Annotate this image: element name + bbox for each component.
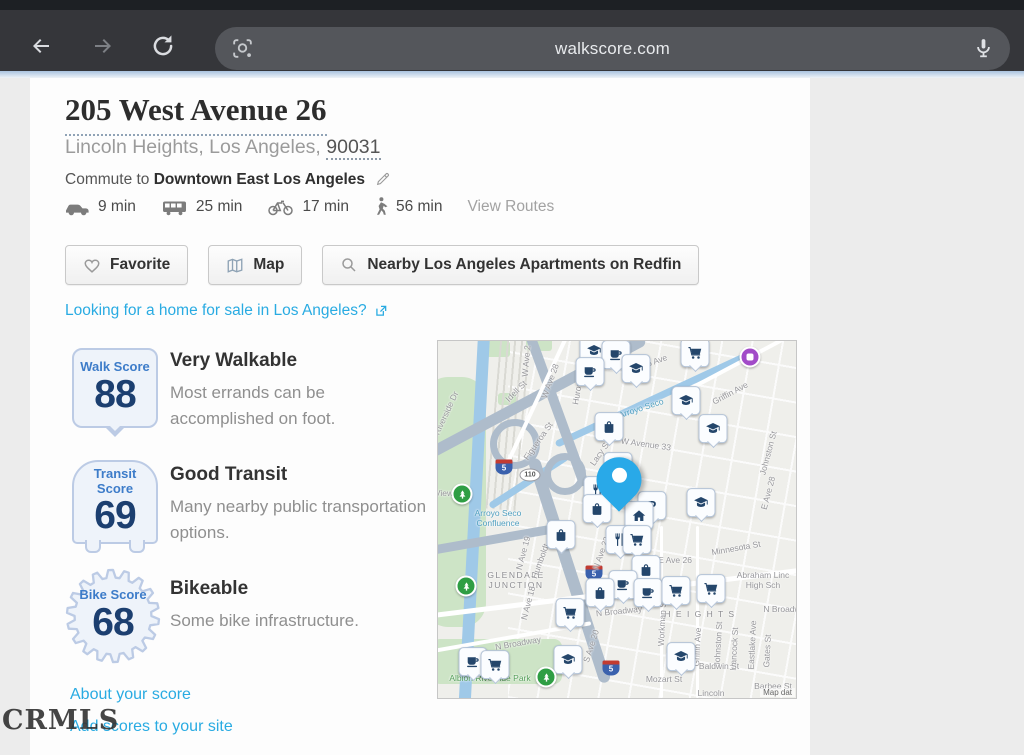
reload-button[interactable] xyxy=(148,31,178,61)
school-marker[interactable] xyxy=(554,645,583,674)
cart-marker[interactable] xyxy=(681,340,710,367)
transit-score-badge: Transit Score 69 xyxy=(72,460,158,544)
webpage: 205 West Avenue 26 Lincoln Heights, Los … xyxy=(0,78,1024,755)
map-street-label: N Broadw xyxy=(763,604,797,614)
map-canvas[interactable]: 511055 W Ave 2Idell StW Ave 28Huron StSe… xyxy=(437,340,797,699)
transit-time: 25 min xyxy=(161,198,243,216)
drive-time: 9 min xyxy=(63,198,136,216)
coffee-marker[interactable] xyxy=(576,357,605,386)
school-marker[interactable] xyxy=(672,386,701,415)
transit-score-description: Many nearby public transportation option… xyxy=(170,494,428,547)
commute-line: Commute to Downtown East Los Angeles xyxy=(65,171,391,192)
map-street-label: Lincoln xyxy=(698,688,725,698)
transit-score-text: Good Transit Many nearby public transpor… xyxy=(170,464,428,547)
map-street-label: Baldwin St xyxy=(699,661,739,671)
page-title: 205 West Avenue 26 xyxy=(65,92,327,136)
bike-score-badge: Bike Score 68 xyxy=(72,568,161,664)
commute-destination: Downtown East Los Angeles xyxy=(154,171,365,188)
screen: walkscore.com 205 West Avenue 26 Lincoln… xyxy=(0,0,1024,755)
edit-commute-icon[interactable] xyxy=(375,174,391,191)
map-icon xyxy=(226,257,244,274)
walk-score-badge: Walk Score 88 xyxy=(72,348,158,428)
transit-station-marker[interactable] xyxy=(740,347,761,368)
bike-icon xyxy=(267,198,294,216)
park-icon[interactable] xyxy=(536,667,557,688)
home-for-sale-link[interactable]: Looking for a home for sale in Los Angel… xyxy=(65,302,388,320)
school-marker[interactable] xyxy=(687,488,716,517)
map-street-label: Mozart St xyxy=(646,674,682,684)
map-button[interactable]: Map xyxy=(208,245,302,285)
neighborhood-city: Lincoln Heights, Los Angeles, xyxy=(65,136,321,158)
external-link-icon xyxy=(374,304,388,318)
interstate-shield: 5 xyxy=(496,460,513,475)
bike-score-title: Bikeable xyxy=(170,578,428,600)
map-street-label: E Ave 26 xyxy=(658,555,692,565)
walk-score-title: Very Walkable xyxy=(170,350,428,372)
forward-button[interactable] xyxy=(88,31,118,61)
bag-marker[interactable] xyxy=(547,520,576,549)
school-marker[interactable] xyxy=(699,414,728,443)
microphone-icon[interactable] xyxy=(971,36,996,66)
car-icon xyxy=(63,199,90,216)
park-icon[interactable] xyxy=(456,576,477,597)
cart-marker[interactable] xyxy=(662,576,691,605)
chrome-separator xyxy=(0,71,1024,78)
cart-marker[interactable] xyxy=(556,598,585,627)
search-icon xyxy=(340,256,358,274)
park-icon[interactable] xyxy=(452,484,473,505)
url-text: walkscore.com xyxy=(215,27,1010,70)
destination-pin[interactable] xyxy=(597,457,642,502)
map-street-label: Gates St xyxy=(761,634,773,668)
map-street-label: Abraham Linc High Sch xyxy=(732,571,794,591)
zip-link[interactable]: 90031 xyxy=(326,136,380,160)
bus-icon xyxy=(161,199,188,216)
walk-score-description: Most errands can be accomplished on foot… xyxy=(170,380,428,433)
cart-marker[interactable] xyxy=(481,650,510,679)
view-routes-link[interactable]: View Routes xyxy=(468,198,555,216)
walk-icon xyxy=(374,197,388,217)
bag-marker[interactable] xyxy=(586,578,615,607)
heart-icon xyxy=(83,257,101,274)
about-your-score-link[interactable]: About your score xyxy=(70,686,191,704)
transit-score-title: Good Transit xyxy=(170,464,428,486)
favorite-button[interactable]: Favorite xyxy=(65,245,188,285)
coffee-marker[interactable] xyxy=(634,578,663,607)
interchange-loop xyxy=(544,453,586,495)
cart-marker[interactable] xyxy=(697,574,726,603)
redfin-apartments-button[interactable]: Nearby Los Angeles Apartments on Redfin xyxy=(322,245,699,285)
school-marker[interactable] xyxy=(622,354,651,383)
map-attribution: Map dat xyxy=(760,688,795,697)
bike-score-description: Some bike infrastructure. xyxy=(170,608,428,634)
interstate-shield: 5 xyxy=(603,661,620,676)
browser-toolbar: walkscore.com xyxy=(0,10,1024,71)
back-button[interactable] xyxy=(26,31,56,61)
bike-score-text: Bikeable Some bike infrastructure. xyxy=(170,578,428,634)
cart-marker[interactable] xyxy=(623,525,652,554)
tab-strip xyxy=(0,0,1024,10)
walk-score-bubble: Walk Score 88 xyxy=(72,348,158,428)
commute-times-row: 9 min 25 min 17 min xyxy=(63,197,554,217)
route-shield: 110 xyxy=(520,469,541,482)
transit-score-bus: Transit Score 69 xyxy=(72,460,158,544)
walk-score-text: Very Walkable Most errands can be accomp… xyxy=(170,350,428,433)
action-buttons: Favorite Map Nearby Los Angeles Apartmen… xyxy=(65,245,699,285)
school-marker[interactable] xyxy=(667,642,696,671)
bike-score-gear: Bike Score 68 xyxy=(65,568,161,664)
map-street-label: H E I G H T S xyxy=(664,609,735,619)
map-street-label: Arroyo Seco Confluence xyxy=(467,509,529,529)
bag-marker[interactable] xyxy=(595,412,624,441)
address-subtitle: Lincoln Heights, Los Angeles, 90031 xyxy=(65,136,381,159)
walk-time: 56 min xyxy=(374,197,443,217)
url-bar[interactable]: walkscore.com xyxy=(215,27,1010,70)
crmls-watermark: CRMLS xyxy=(2,705,119,736)
bike-time: 17 min xyxy=(267,198,349,216)
